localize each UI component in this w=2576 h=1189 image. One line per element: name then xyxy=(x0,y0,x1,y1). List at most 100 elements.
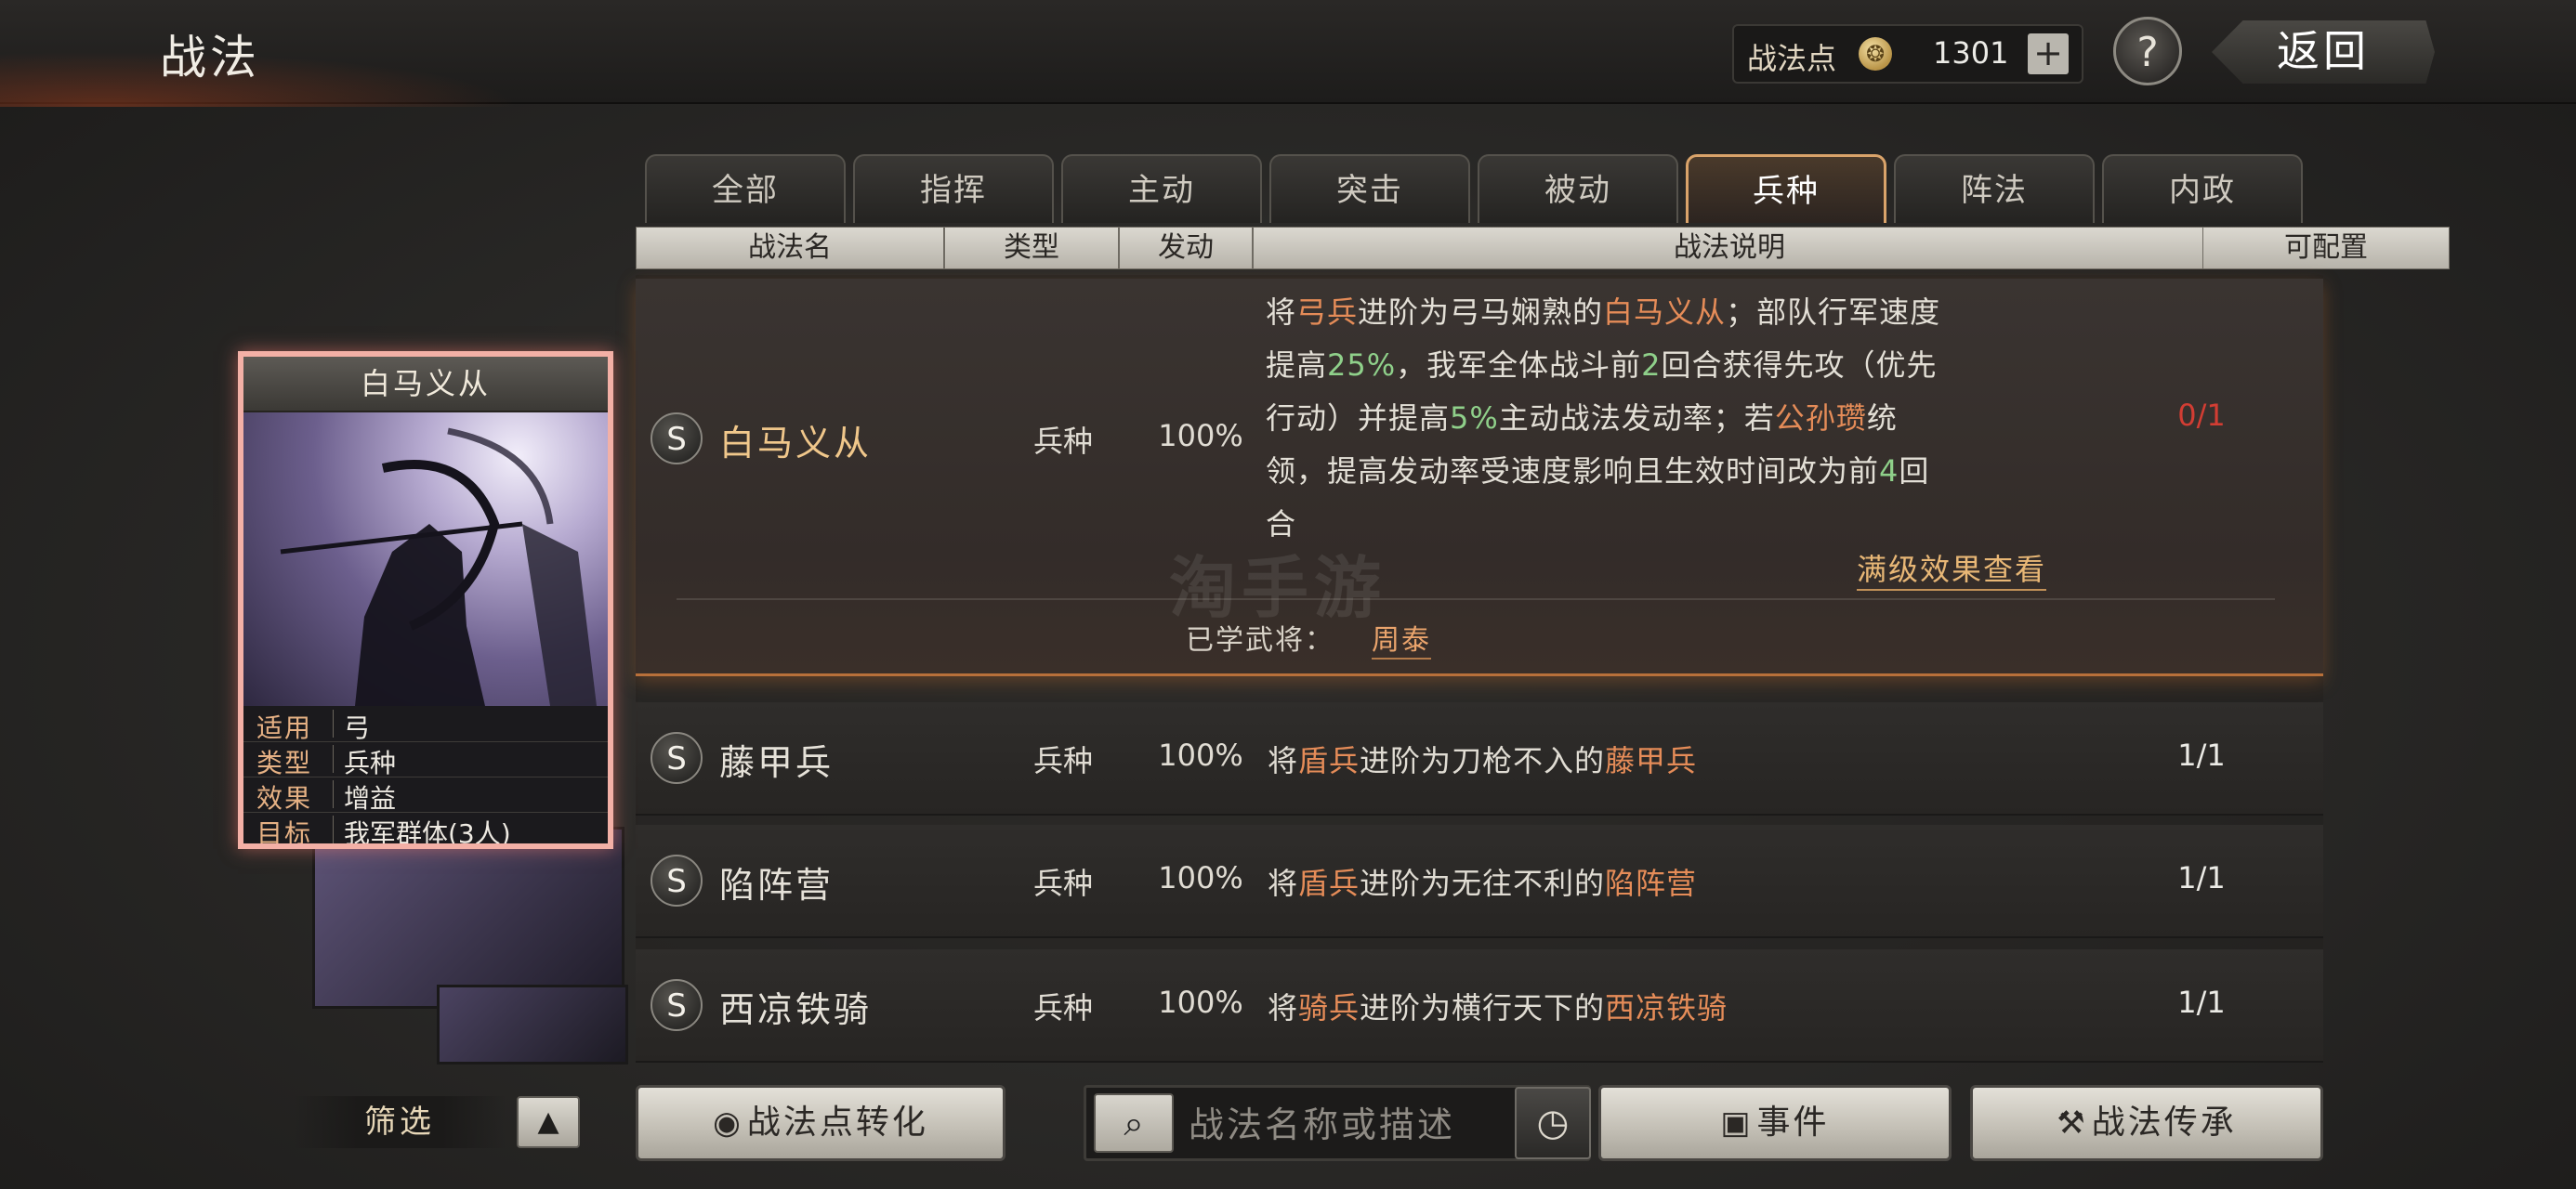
tactic-row-selected[interactable]: S 白马义从 兵种 100% 将弓兵进阶为弓马娴熟的白马义从；部队行军速度 提高2… xyxy=(636,279,2323,676)
tactic-description: 将盾兵进阶为刀枪不入的藤甲兵 xyxy=(1268,738,1697,780)
column-header-desc: 战法说明 xyxy=(1253,227,2206,269)
card-title: 白马义从 xyxy=(243,357,608,412)
tactic-description: 将弓兵进阶为弓马娴熟的白马义从；部队行军速度 提高25%，我军全体战斗前2回合获得… xyxy=(1266,286,2056,551)
description-text: 将 xyxy=(1266,294,1297,330)
highlighted-term: 盾兵 xyxy=(1298,743,1360,778)
card-info-key: 适用 xyxy=(256,712,313,743)
convert-points-button[interactable]: ◉ 战法点转化 xyxy=(636,1085,1005,1161)
highlighted-term: 公孙瓒 xyxy=(1774,400,1867,436)
search-input[interactable] xyxy=(1187,1097,1469,1153)
grade-s-icon: S xyxy=(651,855,703,907)
tactic-description: 将盾兵进阶为无往不利的陷阵营 xyxy=(1268,860,1697,903)
convert-points-label: 战法点转化 xyxy=(746,1104,928,1142)
card-info-key: 目标 xyxy=(256,818,313,849)
description-text: 回合获得先攻（优先 xyxy=(1661,347,1938,383)
tactic-points-value: 1301 xyxy=(1933,35,2009,71)
flame-icon: ◉ xyxy=(713,1104,743,1142)
description-text: 进阶为横行天下的 xyxy=(1360,990,1606,1026)
inherit-button[interactable]: ⚒ 战法传承 xyxy=(1970,1085,2323,1161)
grade-s-icon: S xyxy=(651,732,703,784)
tactic-config-count: 1/1 xyxy=(2177,985,2226,1020)
tab-5[interactable]: 兵种 xyxy=(1686,154,1886,223)
highlighted-term: 盾兵 xyxy=(1298,866,1360,901)
tactic-name: 藤甲兵 xyxy=(719,742,835,783)
tactic-row[interactable]: S 藤甲兵 兵种 100% 将盾兵进阶为刀枪不入的藤甲兵 1/1 xyxy=(636,702,2323,816)
card-info-separator xyxy=(333,710,334,738)
tab-3[interactable]: 突击 xyxy=(1269,154,1470,223)
description-text: ；部队行军速度 xyxy=(1726,294,1941,330)
tactic-name: 白马义从 xyxy=(719,423,873,464)
card-info-value: 弓 xyxy=(344,712,371,743)
row-divider xyxy=(677,598,2275,600)
tab-1[interactable]: 指挥 xyxy=(853,154,1054,223)
highlighted-term: 弓兵 xyxy=(1296,294,1359,330)
tactic-row[interactable]: S 西凉铁骑 兵种 100% 将骑兵进阶为横行天下的西凉铁骑 1/1 xyxy=(636,949,2323,1063)
help-button[interactable]: ? xyxy=(2113,17,2182,85)
card-stack-back xyxy=(312,827,624,1009)
highlighted-term: 骑兵 xyxy=(1298,990,1360,1026)
description-text: 将 xyxy=(1268,990,1299,1026)
tab-2[interactable]: 主动 xyxy=(1061,154,1262,223)
full-effect-link[interactable]: 满级效果查看 xyxy=(1857,546,2047,591)
table-header: 战法名 类型 发动 战法说明 可配置 xyxy=(636,227,2450,271)
add-points-button[interactable]: + xyxy=(2028,33,2069,74)
tactic-type: 兵种 xyxy=(1032,866,1093,901)
history-clock-button[interactable]: ◷ xyxy=(1515,1087,1591,1159)
card-info: 适用弓类型 兵种 效果 增益 目标 我军群体(3人) xyxy=(243,706,608,849)
search-icon[interactable]: ⌕ xyxy=(1094,1093,1174,1153)
column-header-config[interactable]: 可配置 xyxy=(2202,227,2450,269)
page-title: 战法 xyxy=(160,31,260,85)
tactic-name: 西凉铁骑 xyxy=(719,989,873,1030)
card-info-row: 适用弓 xyxy=(243,706,608,743)
tactic-type: 兵种 xyxy=(1032,743,1093,778)
description-text: 回 xyxy=(1899,453,1930,489)
tactic-card[interactable]: 白马义从 适用弓类型 兵种 效果 增益 目标 我军群体(3人) xyxy=(238,351,613,849)
category-tabs: 全部 指挥 主动 突击 被动 兵种 阵法 内政 xyxy=(645,154,2308,225)
description-text: 将 xyxy=(1268,866,1299,901)
filter-toggle-button[interactable]: ▲ xyxy=(517,1096,580,1148)
column-header-name[interactable]: 战法名 xyxy=(636,227,944,269)
description-text: 进阶为无往不利的 xyxy=(1360,866,1606,901)
event-label: 事件 xyxy=(1756,1104,1830,1142)
tactic-name: 陷阵营 xyxy=(719,865,835,906)
tab-4[interactable]: 被动 xyxy=(1478,154,1678,223)
column-header-type[interactable]: 类型 xyxy=(944,227,1119,269)
column-header-rate[interactable]: 发动 xyxy=(1119,227,1253,269)
highlighted-term: 藤甲兵 xyxy=(1605,743,1698,778)
tactic-config-count: 0/1 xyxy=(2177,398,2226,433)
card-info-value: 增益 xyxy=(344,783,397,814)
description-text: 统 xyxy=(1866,400,1898,436)
archer-silhouette-icon xyxy=(280,427,597,706)
tactic-rate: 100% xyxy=(1158,860,1243,895)
tactic-row[interactable]: S 陷阵营 兵种 100% 将盾兵进阶为无往不利的陷阵营 1/1 xyxy=(636,825,2323,938)
description-line: 行动）并提高5%主动战法发动率；若公孙瓒统 xyxy=(1266,392,2056,445)
highlighted-term: 2 xyxy=(1641,347,1662,383)
tactic-config-count: 1/1 xyxy=(2177,738,2226,773)
description-text: 进阶为刀枪不入的 xyxy=(1360,743,1606,778)
tactic-description: 将骑兵进阶为横行天下的西凉铁骑 xyxy=(1268,985,1728,1027)
description-text: 将 xyxy=(1268,743,1299,778)
tab-7[interactable]: 内政 xyxy=(2102,154,2303,223)
card-info-row: 目标 我军群体(3人) xyxy=(243,812,608,849)
highlighted-term: 白马义从 xyxy=(1603,294,1727,330)
back-button[interactable]: 返回 xyxy=(2212,20,2435,84)
tactic-type: 兵种 xyxy=(1032,990,1093,1026)
event-button[interactable]: ▣ 事件 xyxy=(1598,1085,1952,1161)
tactic-rate: 100% xyxy=(1158,418,1243,453)
tactic-points-display: 战法点 ❂ 1301 + xyxy=(1732,24,2083,84)
description-text: ，我军全体战斗前 xyxy=(1396,347,1642,383)
highlighted-term: 西凉铁骑 xyxy=(1605,990,1728,1026)
card-info-separator xyxy=(333,780,334,808)
tab-0[interactable]: 全部 xyxy=(645,154,846,223)
description-line: 提高25%，我军全体战斗前2回合获得先攻（优先 xyxy=(1266,339,2056,392)
card-info-separator xyxy=(333,745,334,773)
tactic-type: 兵种 xyxy=(1032,424,1093,459)
watermark: 淘手游 xyxy=(1169,549,1387,627)
card-info-separator xyxy=(333,816,334,843)
filter-label[interactable]: 筛选 xyxy=(294,1096,506,1148)
card-info-row: 类型 兵种 xyxy=(243,741,608,778)
card-info-value: 兵种 xyxy=(344,748,397,778)
hammer-icon: ⚒ xyxy=(2057,1104,2088,1142)
description-line: 领，提高发动率受速度影响且生效时间改为前4回 xyxy=(1266,445,2056,498)
tab-6[interactable]: 阵法 xyxy=(1894,154,2095,223)
